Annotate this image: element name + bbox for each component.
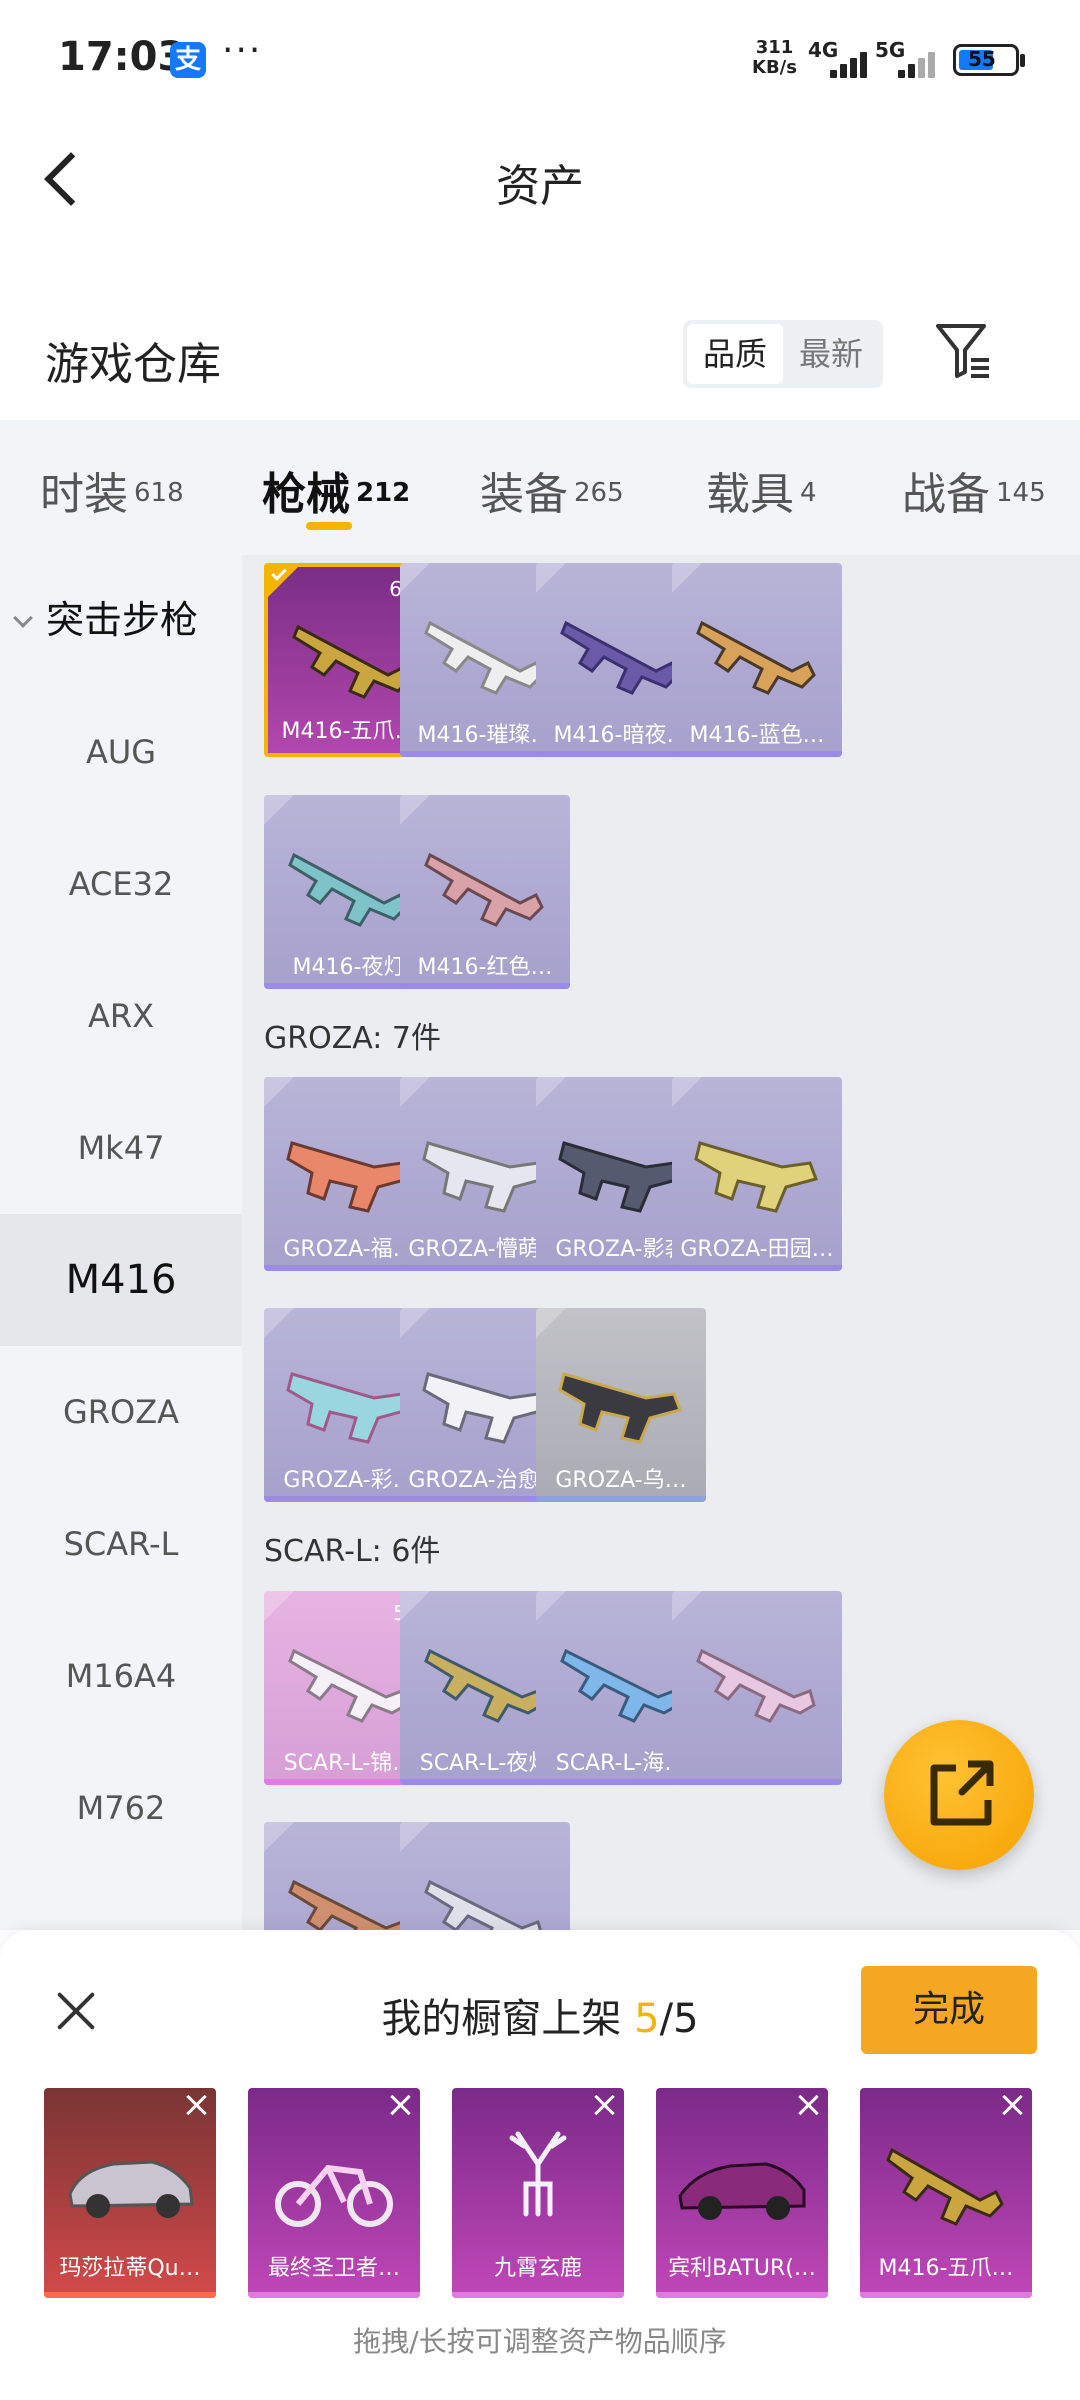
clock: 17:03 (58, 34, 186, 80)
tab-label: 时装 (40, 469, 128, 520)
weapon-card-m416[interactable]: M416-蓝色… (672, 563, 842, 757)
share-icon (930, 1760, 994, 1826)
showcase-title-text: 我的橱窗上架 (381, 1996, 635, 2042)
signal-5g-icon (880, 44, 940, 78)
network-speed-unit: KB/s (752, 57, 797, 78)
sidebar-item-ace32[interactable]: ACE32 (0, 818, 242, 950)
weapon-card-groza[interactable]: GROZA-田园… (672, 1077, 842, 1271)
rifle-icon (696, 1648, 816, 1723)
showcase-item-name: M416-五爪… (878, 2256, 1014, 2281)
weapon-name: GROZA-乌… (555, 1468, 687, 1493)
done-button[interactable]: 完成 (861, 1966, 1037, 2054)
battery-icon: 55 (953, 44, 1025, 76)
car-icon (678, 2162, 806, 2220)
deer-icon (509, 2131, 567, 2217)
share-button[interactable] (884, 1720, 1034, 1870)
showcase-item[interactable]: 宾利BATUR(… (656, 2088, 828, 2298)
sidebar-item-m16a4[interactable]: M16A4 (0, 1610, 242, 1742)
tab-label: 战备 (902, 469, 990, 520)
weapon-sidebar: 突击步枪 AUG ACE32 ARX Mk47 M416 GROZA SCAR-… (0, 555, 242, 1930)
sidebar-group-assault-rifles[interactable]: 突击步枪 (13, 589, 199, 644)
car-icon (68, 2160, 194, 2218)
weapon-card-scar-l[interactable] (672, 1591, 842, 1785)
remove-icon[interactable] (798, 2094, 820, 2116)
tab-count: 212 (356, 478, 411, 508)
filter-icon[interactable] (935, 322, 991, 380)
showcase-item-name: 最终圣卫者… (267, 2256, 400, 2281)
alipay-icon: 支 (170, 42, 206, 78)
warehouse-title: 游戏仓库 (45, 339, 221, 390)
showcase-item-name: 宾利BATUR(… (668, 2256, 816, 2281)
rifle-icon (424, 852, 544, 927)
rifle-icon (694, 1141, 818, 1213)
signal-4g-icon (812, 44, 872, 78)
tab-equipment[interactable]: 装备 265 (480, 458, 624, 522)
tab-firearms[interactable]: 枪械 212 (262, 458, 410, 522)
sidebar-item-m416[interactable]: M416 (0, 1214, 242, 1346)
remove-icon[interactable] (594, 2094, 616, 2116)
showcase-item-name: 玛莎拉蒂Qu… (59, 2256, 201, 2281)
motorcycle-icon (275, 2164, 393, 2227)
sidebar-group-label: 突击步枪 (46, 598, 199, 642)
tab-count: 618 (134, 478, 184, 508)
tab-fashion[interactable]: 时装 618 (40, 458, 184, 522)
battery-level: 55 (968, 47, 996, 71)
tab-vehicles[interactable]: 载具 4 (706, 458, 817, 522)
sort-toggle: 品质 最新 (683, 320, 883, 388)
tab-supplies[interactable]: 战备 145 (902, 458, 1046, 522)
app-header: 资产 (0, 120, 1080, 240)
rifle-icon (424, 1879, 542, 1930)
status-bar: 17:03 支 ··· 311 KB/s 4G 5G 55 (0, 0, 1080, 120)
weapon-name: M416-蓝色… (689, 723, 825, 748)
sidebar-item-aug[interactable]: AUG (0, 686, 242, 818)
page-title: 资产 (496, 161, 584, 212)
active-tab-indicator (306, 522, 352, 530)
remove-icon[interactable] (390, 2094, 412, 2116)
chevron-down-icon (13, 608, 33, 628)
rifle-icon (696, 620, 816, 695)
rifle-icon (558, 1372, 682, 1444)
sort-quality-button[interactable]: 品质 (687, 324, 783, 384)
weapon-card-scar-l[interactable] (400, 1822, 570, 1930)
sidebar-item-m762[interactable]: M762 (0, 1742, 242, 1874)
weapon-card-m416[interactable]: M416-红色… (400, 795, 570, 989)
sidebar-item-scar-l[interactable]: SCAR-L (0, 1478, 242, 1610)
section-header-groza: GROZA: 7件 (264, 1021, 441, 1056)
showcase-count-total: /5 (659, 1996, 699, 2042)
rifle-icon (886, 2147, 1004, 2226)
remove-icon[interactable] (1002, 2094, 1024, 2116)
network-speed: 311 KB/s (752, 38, 797, 78)
remove-icon[interactable] (186, 2094, 208, 2116)
weapon-card-groza[interactable]: GROZA-乌… (536, 1308, 706, 1502)
reorder-hint: 拖拽/长按可调整资产物品顺序 (353, 2325, 727, 2358)
category-tabs: 时装 618 枪械 212 装备 265 载具 4 战备 145 (0, 420, 1080, 555)
weapon-name: GROZA-田园… (680, 1237, 834, 1262)
weapon-name: M416-红色… (417, 955, 553, 980)
showcase-count-current: 5 (634, 1996, 660, 2042)
showcase-panel: 我的橱窗上架 5/5 完成 玛莎拉蒂Qu… 最终圣卫者… 九霄玄鹿 宾利BATU… (0, 1930, 1080, 2400)
showcase-item[interactable]: 玛莎拉蒂Qu… (44, 2088, 216, 2298)
tab-count: 265 (574, 478, 624, 508)
network-speed-value: 311 (755, 37, 794, 58)
sidebar-item-groza[interactable]: GROZA (0, 1346, 242, 1478)
showcase-item[interactable]: 九霄玄鹿 (452, 2088, 624, 2298)
tab-label: 枪械 (262, 469, 350, 520)
section-header-scar-l: SCAR-L: 6件 (264, 1534, 441, 1569)
tab-label: 载具 (706, 469, 794, 520)
sidebar-item-mk47[interactable]: Mk47 (0, 1082, 242, 1214)
tab-label: 装备 (480, 469, 568, 520)
showcase-item-name: 九霄玄鹿 (493, 2256, 582, 2281)
more-notifications-icon: ··· (222, 30, 263, 71)
tab-count: 145 (996, 478, 1046, 508)
sidebar-item-arx[interactable]: ARX (0, 950, 242, 1082)
sort-newest-button[interactable]: 最新 (783, 324, 879, 384)
tab-count: 4 (800, 478, 817, 508)
showcase-item[interactable]: 最终圣卫者… (248, 2088, 420, 2298)
showcase-item[interactable]: M416-五爪… (860, 2088, 1032, 2298)
